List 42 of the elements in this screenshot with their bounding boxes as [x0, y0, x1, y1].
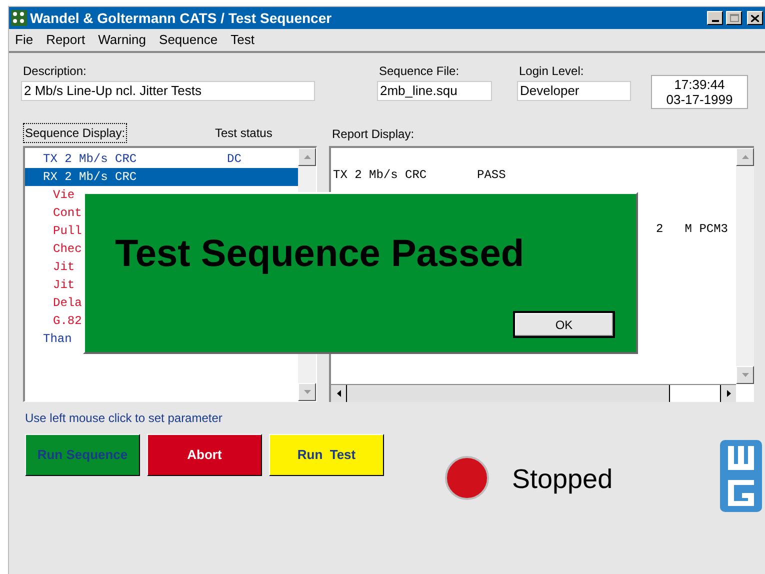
- app-icon: [11, 10, 27, 26]
- minimize-button[interactable]: [707, 11, 723, 25]
- abort-button[interactable]: Abort: [147, 434, 262, 476]
- test-tree-item[interactable]: TX 2 Mb/s CRC DC: [25, 150, 298, 168]
- sequence-display-label: Sequence Display:: [23, 123, 128, 143]
- scroll-up-icon[interactable]: [304, 155, 310, 159]
- menu-item[interactable]: Fie: [15, 30, 34, 50]
- report-line: TX 2 Mb/s CRC PASS: [333, 167, 506, 184]
- maximize-button[interactable]: [726, 11, 742, 25]
- ok-button[interactable]: OK: [513, 311, 615, 338]
- test-tree-item[interactable]: RX 2 Mb/s CRC: [25, 168, 298, 186]
- vertical-scrollbar[interactable]: [736, 148, 754, 384]
- sequence-file-field[interactable]: 2mb_line.squ: [377, 81, 492, 101]
- scroll-down-icon[interactable]: [742, 373, 748, 377]
- run-test-button[interactable]: Run Test: [269, 434, 384, 476]
- window-title: Wandel & Goltermann CATS / Test Sequencer: [30, 8, 332, 28]
- login-level-field[interactable]: Developer: [517, 81, 631, 101]
- menu-item[interactable]: Sequence: [159, 30, 218, 50]
- description-field[interactable]: 2 Mb/s Line-Up ncl. Jitter Tests: [21, 81, 315, 101]
- dialog-message: Test Sequence Passed: [115, 232, 524, 277]
- scroll-left-icon[interactable]: [336, 390, 340, 397]
- wg-logo: [720, 440, 762, 512]
- close-icon: [751, 14, 759, 22]
- report-line: 2 M PCM3: [656, 221, 728, 238]
- scroll-up-icon[interactable]: [742, 155, 748, 159]
- time-text: 17:39:44: [674, 77, 725, 92]
- login-level-label: Login Level:: [519, 63, 584, 80]
- test-status-label: Test status: [215, 125, 272, 142]
- description-label: Description:: [23, 63, 86, 80]
- scroll-right-icon[interactable]: [726, 390, 730, 397]
- status-text: Stopped: [512, 463, 613, 496]
- menu-item[interactable]: Test: [230, 30, 254, 50]
- menu-item[interactable]: Report: [46, 30, 86, 50]
- close-button[interactable]: [747, 11, 763, 25]
- sequence-file-label: Sequence File:: [379, 63, 460, 80]
- date-text: 03-17-1999: [666, 92, 733, 107]
- menu-item[interactable]: Warning: [98, 30, 146, 50]
- status-light: [445, 456, 489, 500]
- report-display-label: Report Display:: [332, 126, 414, 143]
- hint-text: Use left mouse click to set parameter: [25, 410, 222, 427]
- horizontal-scrollbar[interactable]: [331, 384, 736, 402]
- scroll-down-icon[interactable]: [304, 390, 310, 394]
